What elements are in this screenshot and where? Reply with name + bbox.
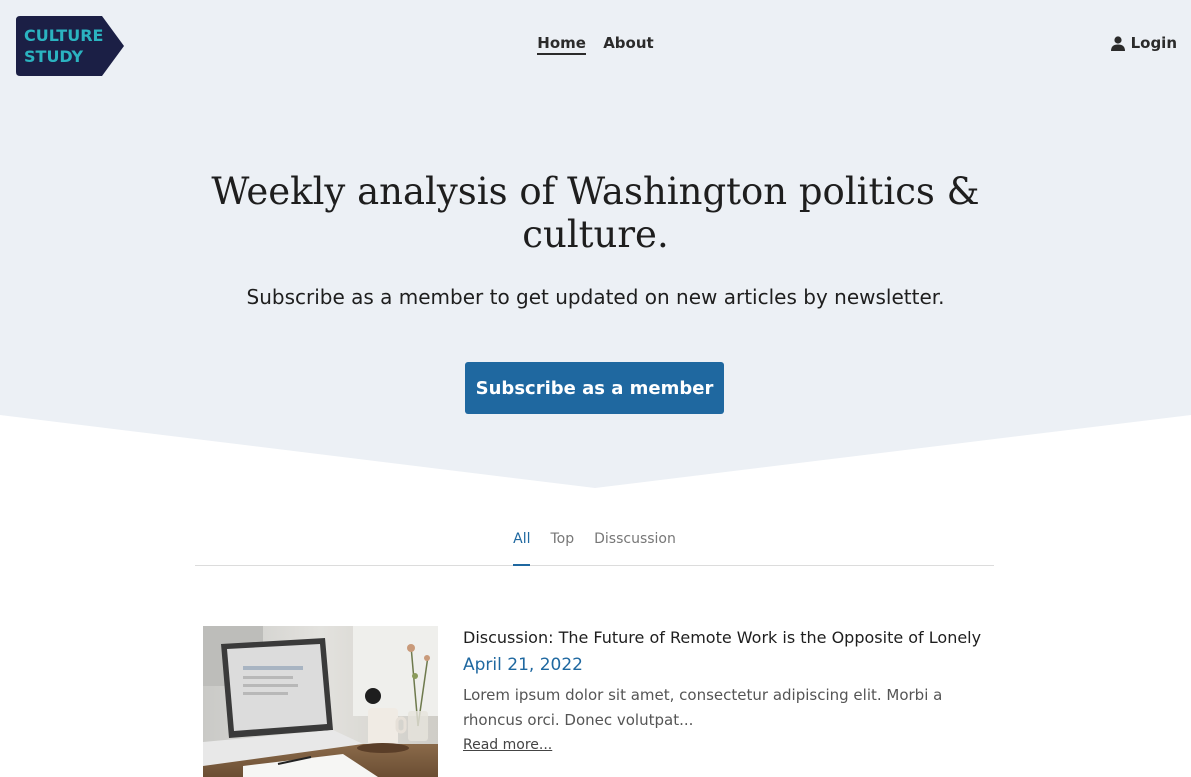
post-thumbnail[interactable] (203, 626, 438, 777)
post-title[interactable]: Discussion: The Future of Remote Work is… (463, 626, 993, 650)
nav-link-about[interactable]: About (603, 34, 654, 53)
tab-top[interactable]: Top (550, 527, 574, 561)
login-link[interactable]: Login (1110, 34, 1177, 52)
read-more-link[interactable]: Read more... (463, 737, 552, 753)
tab-discussion[interactable]: Disscussion (594, 527, 676, 561)
hero-title-line2: culture. (522, 213, 669, 256)
post-excerpt: Lorem ipsum dolor sit amet, consectetur … (463, 686, 943, 729)
user-icon (1110, 35, 1125, 51)
post-filter-tabs: All Top Disscussion (195, 527, 994, 566)
laptop-desk-image (203, 626, 438, 777)
post-card: Discussion: The Future of Remote Work is… (203, 626, 993, 777)
tab-all[interactable]: All (513, 527, 531, 566)
login-label: Login (1130, 34, 1177, 52)
subscribe-button[interactable]: Subscribe as a member (465, 362, 724, 414)
post-date: April 21, 2022 (463, 655, 583, 675)
nav-link-home[interactable]: Home (537, 34, 586, 55)
main-nav: Home About (0, 34, 1191, 55)
post-body: Discussion: The Future of Remote Work is… (463, 626, 993, 754)
hero-title: Weekly analysis of Washington politics &… (0, 170, 1191, 256)
hero-subtitle: Subscribe as a member to get updated on … (246, 285, 945, 309)
hero-title-line1: Weekly analysis of Washington politics & (211, 170, 980, 213)
